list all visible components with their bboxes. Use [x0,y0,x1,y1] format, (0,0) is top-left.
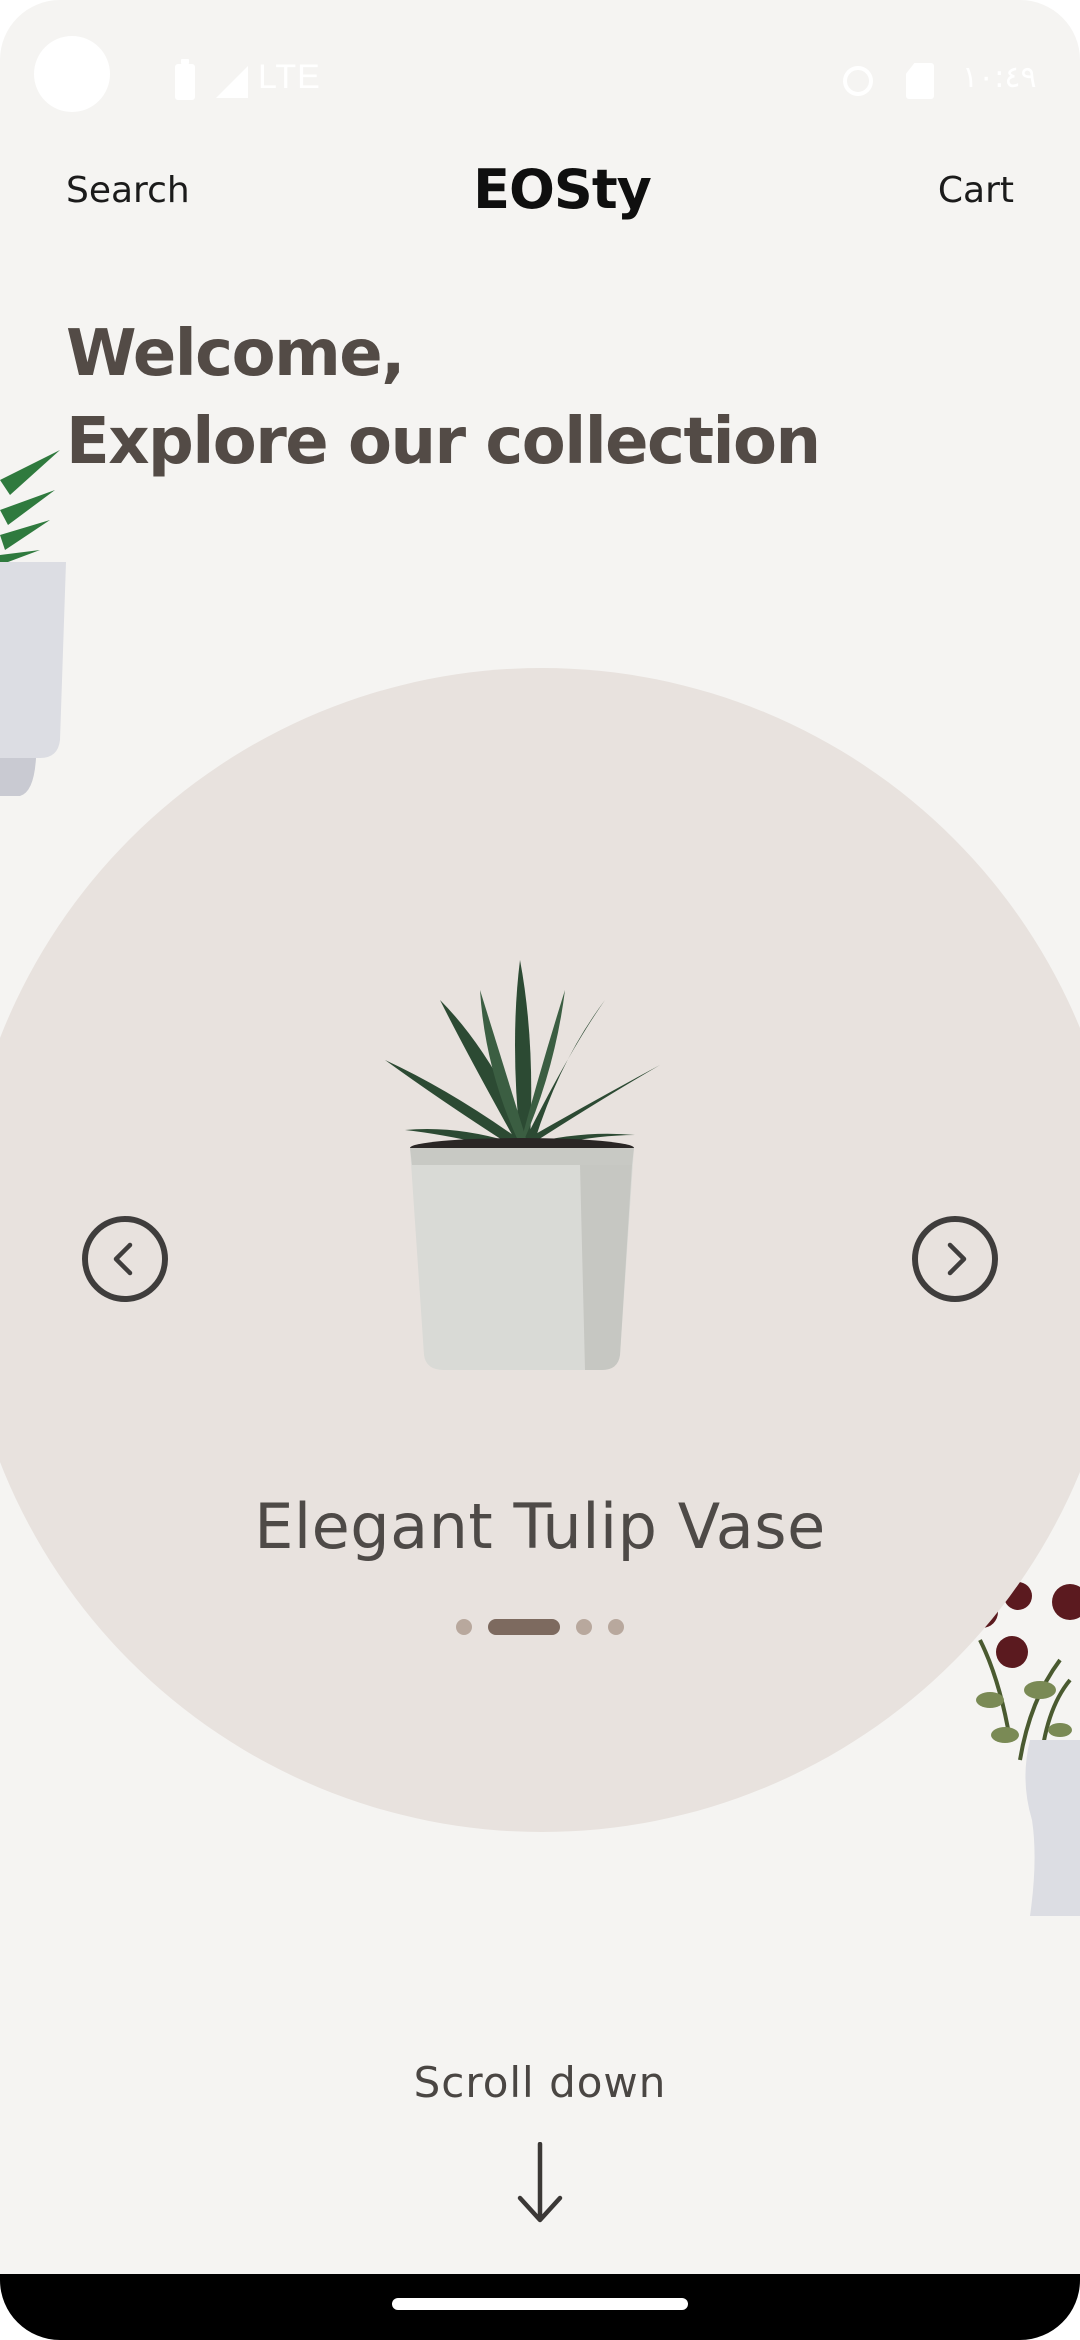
welcome-line-1: Welcome, [66,317,405,391]
pager-dot[interactable] [576,1619,592,1635]
welcome-heading: Welcome, Explore our collection [66,310,821,486]
app-screen: LTE ١٠:٤٩ Search EOSty Cart Welcome, Exp… [0,0,1080,2340]
scroll-down-label[interactable]: Scroll down [0,2058,1080,2107]
camera-cutout [34,36,110,112]
previous-product-peek[interactable] [0,440,70,800]
status-bar: LTE ١٠:٤٩ [0,0,1080,160]
carousel-next-button[interactable] [912,1216,998,1302]
face-unlock-icon [843,66,873,96]
brand-logo[interactable]: EOSty [0,158,1080,221]
cart-link[interactable]: Cart [938,170,1014,211]
chevron-right-icon [947,1242,967,1276]
product-name: Elegant Tulip Vase [254,1490,826,1563]
sd-card-icon [906,63,934,99]
chevron-left-icon [113,1242,133,1276]
product-image[interactable] [370,950,670,1380]
signal-icon [216,66,248,98]
carousel-pager [0,1619,1080,1635]
battery-icon [175,59,195,100]
welcome-line-2: Explore our collection [66,405,821,479]
pager-dot-active[interactable] [488,1619,560,1635]
network-type: LTE [258,58,321,96]
pager-dot[interactable] [456,1619,472,1635]
status-time: ١٠:٤٩ [962,60,1037,95]
carousel-prev-button[interactable] [82,1216,168,1302]
pager-dot[interactable] [608,1619,624,1635]
home-indicator[interactable] [392,2298,688,2310]
arrow-down-icon[interactable] [514,2142,566,2224]
